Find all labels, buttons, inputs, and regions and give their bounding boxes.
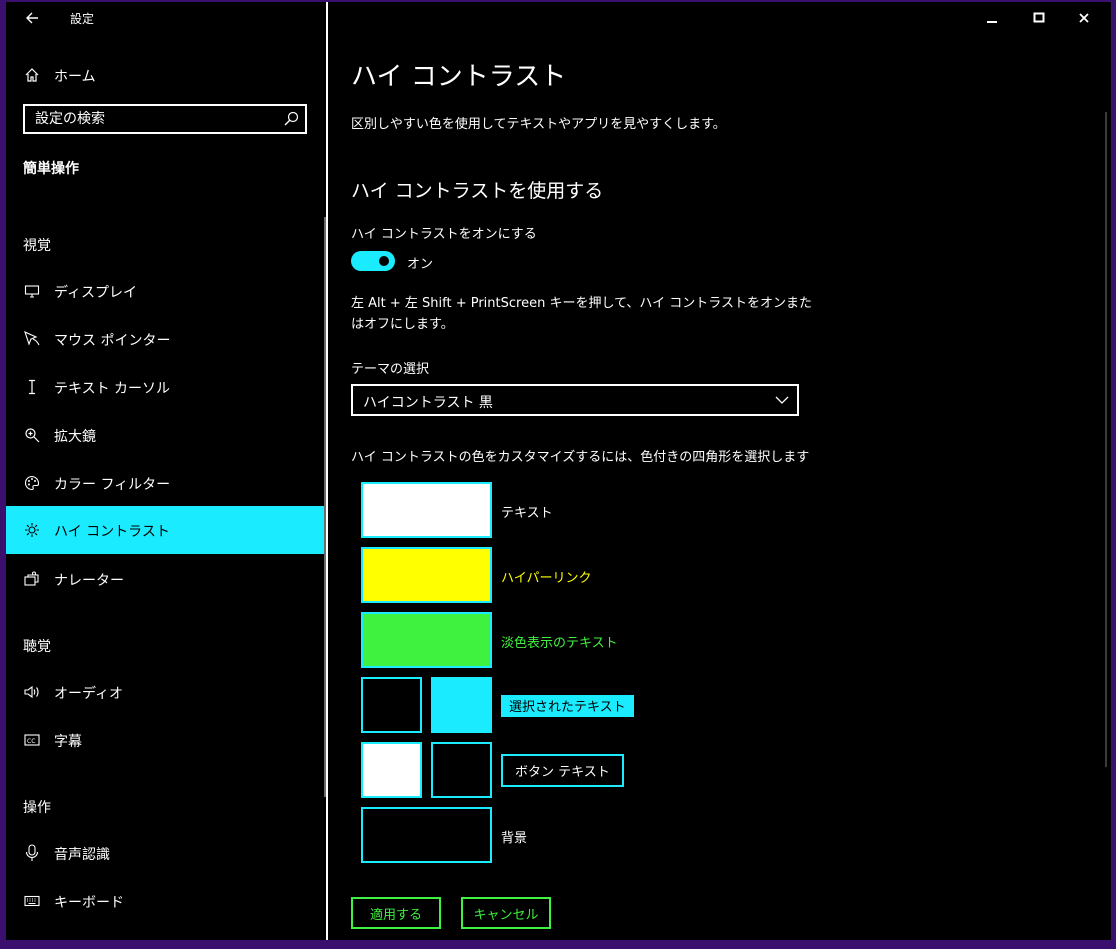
sidebar-item-label: ナレーター (54, 573, 124, 589)
display-icon (22, 281, 42, 301)
narrator-icon (22, 569, 42, 589)
section-subtitle: ハイ コントラストを使用する (351, 180, 604, 202)
theme-label: テーマの選択 (351, 362, 430, 377)
sidebar-item-label: 音声認識 (54, 847, 110, 863)
sidebar-item-display[interactable]: ディスプレイ (6, 268, 324, 314)
sidebar-item-label: ハイ コントラスト (54, 524, 170, 540)
hyperlink-color-label: ハイパーリンク (501, 571, 592, 586)
group-heading-interaction: 操作 (23, 800, 51, 816)
section-title: 簡単操作 (23, 161, 79, 177)
sidebar-item-label: 拡大鏡 (54, 429, 96, 445)
sidebar-item-home[interactable]: ホーム (6, 56, 324, 94)
group-heading-hearing: 聴覚 (23, 639, 51, 655)
sidebar-item-label: 字幕 (54, 734, 82, 750)
main-content: ハイ コントラスト 区別しやすい色を使用してテキストやアプリを見やすくします。 … (328, 2, 1111, 940)
minimize-button[interactable] (977, 7, 1007, 29)
button-text-fg-swatch[interactable] (361, 742, 422, 798)
sidebar-item-captions[interactable]: CC 字幕 (6, 717, 324, 763)
maximize-button[interactable] (1024, 7, 1054, 29)
maximize-icon (1033, 12, 1045, 23)
back-arrow-icon (26, 12, 38, 24)
page-title: ハイ コントラスト (351, 62, 567, 92)
selected-text-label: 選択されたテキスト (501, 695, 634, 717)
svg-text:CC: CC (27, 738, 35, 745)
sidebar-item-mouse-pointer[interactable]: マウス ポインター (6, 316, 324, 362)
chevron-down-icon (775, 396, 789, 404)
search-box[interactable] (23, 104, 307, 134)
close-button[interactable] (1069, 7, 1099, 29)
high-contrast-toggle[interactable] (351, 251, 395, 271)
microphone-icon (22, 843, 42, 863)
customize-hint: ハイ コントラストの色をカスタマイズするには、色付きの四角形を選択します (351, 450, 810, 465)
sidebar-item-speech[interactable]: 音声認識 (6, 830, 324, 876)
app-title: 設定 (70, 12, 95, 26)
disabled-text-color-label: 淡色表示のテキスト (501, 636, 618, 651)
minimize-icon (987, 21, 997, 23)
sidebar-item-label: オーディオ (54, 686, 124, 702)
magnifier-icon (22, 425, 42, 445)
main-scrollbar[interactable] (1105, 112, 1107, 767)
button-text-bg-swatch[interactable] (431, 742, 492, 798)
settings-window: 設定 ホーム 簡単操作 視覚 ディスプレイ (6, 2, 1111, 940)
sidebar-item-high-contrast[interactable]: ハイ コントラスト (6, 506, 324, 554)
disabled-text-color-swatch[interactable] (361, 612, 492, 668)
keyboard-icon (22, 891, 42, 911)
sidebar-item-keyboard[interactable]: キーボード (6, 878, 324, 924)
hyperlink-color-swatch[interactable] (361, 547, 492, 603)
sidebar-item-text-cursor[interactable]: テキスト カーソル (6, 364, 324, 410)
text-cursor-icon (22, 377, 42, 397)
home-icon (22, 65, 42, 85)
search-input[interactable] (35, 110, 275, 128)
sidebar-item-narrator[interactable]: ナレーター (6, 556, 324, 602)
selected-text-bg-swatch[interactable] (431, 677, 492, 733)
background-color-label: 背景 (501, 831, 528, 846)
toggle-state-label: オン (407, 257, 434, 272)
button-text-label: ボタン テキスト (501, 754, 624, 787)
sidebar-item-label: ディスプレイ (54, 285, 138, 301)
sidebar-item-label: カラー フィルター (54, 477, 171, 493)
sidebar-item-label: キーボード (54, 895, 124, 911)
color-filter-icon (22, 473, 42, 493)
text-color-label: テキスト (501, 506, 553, 521)
audio-icon (22, 682, 42, 702)
sidebar-item-audio[interactable]: オーディオ (6, 669, 324, 715)
apply-button[interactable]: 適用する (351, 897, 441, 929)
page-description: 区別しやすい色を使用してテキストやアプリを見やすくします。 (351, 117, 726, 132)
cancel-button[interactable]: キャンセル (461, 897, 551, 929)
theme-dropdown[interactable]: ハイコントラスト 黒 (351, 384, 799, 416)
group-heading-vision: 視覚 (23, 238, 51, 254)
search-icon[interactable] (283, 111, 299, 127)
shortcut-hint: 左 Alt + 左 Shift + PrintScreen キーを押して、ハイ … (351, 296, 813, 332)
toggle-label: ハイ コントラストをオンにする (351, 227, 537, 242)
text-color-swatch[interactable] (361, 482, 492, 538)
close-icon (1079, 13, 1089, 23)
selected-text-fg-swatch[interactable] (361, 677, 422, 733)
sidebar: 設定 ホーム 簡単操作 視覚 ディスプレイ (6, 2, 326, 940)
high-contrast-icon (22, 520, 42, 540)
mouse-pointer-icon (22, 329, 42, 349)
background-color-swatch[interactable] (361, 807, 492, 863)
sidebar-item-magnifier[interactable]: 拡大鏡 (6, 412, 324, 458)
sidebar-item-label: テキスト カーソル (54, 381, 171, 397)
sidebar-item-label: マウス ポインター (54, 333, 171, 349)
back-button[interactable] (20, 6, 44, 30)
sidebar-item-color-filter[interactable]: カラー フィルター (6, 460, 324, 506)
sidebar-item-label: ホーム (54, 69, 96, 85)
captions-icon: CC (22, 730, 42, 750)
toggle-knob (379, 256, 389, 266)
theme-selected-value: ハイコントラスト 黒 (363, 395, 493, 411)
